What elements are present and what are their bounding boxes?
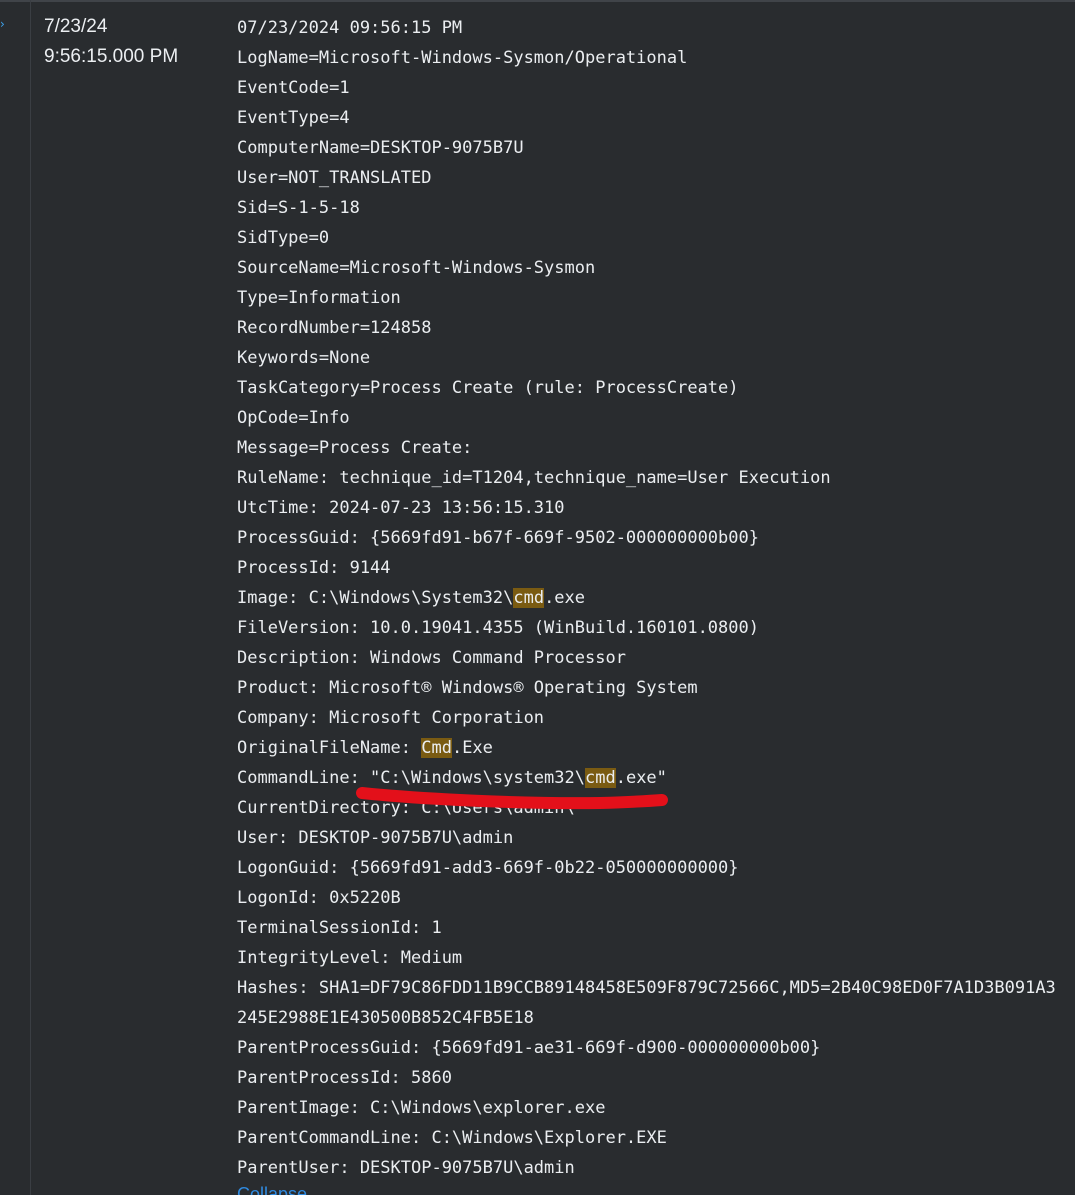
gutter-divider bbox=[30, 0, 31, 1195]
collapse-link[interactable]: Collapse bbox=[237, 1183, 307, 1195]
event-line: LogName=Microsoft-Windows-Sysmon/Operati… bbox=[237, 48, 688, 68]
event-line-text: .exe" bbox=[615, 768, 667, 788]
event-line: CurrentDirectory: C:\Users\admin\ bbox=[237, 798, 575, 818]
row-divider bbox=[0, 0, 1075, 2]
event-line: ParentUser: DESKTOP-9075B7U\admin bbox=[237, 1158, 575, 1178]
event-line: ProcessId: 9144 bbox=[237, 558, 391, 578]
event-line: TaskCategory=Process Create (rule: Proce… bbox=[237, 378, 739, 398]
event-line-text: OriginalFileName: bbox=[237, 738, 422, 758]
event-line: FileVersion: 10.0.19041.4355 (WinBuild.1… bbox=[237, 618, 759, 638]
event-line-text: CommandLine: "C:\Windows\system32\ bbox=[237, 768, 585, 788]
event-line: 07/23/2024 09:56:15 PM bbox=[237, 18, 463, 38]
event-line: ProcessGuid: {5669fd91-b67f-669f-9502-00… bbox=[237, 528, 759, 548]
event-line: User: DESKTOP-9075B7U\admin bbox=[237, 828, 514, 848]
event-line: Company: Microsoft Corporation bbox=[237, 708, 545, 728]
event-viewer: › 7/23/24 9:56:15.000 PM 07/23/2024 09:5… bbox=[0, 0, 1075, 1195]
event-line: IntegrityLevel: Medium bbox=[237, 948, 463, 968]
event-line: User=NOT_TRANSLATED bbox=[237, 168, 432, 188]
event-line: OriginalFileName: Cmd.Exe bbox=[237, 733, 1056, 763]
search-highlight[interactable]: cmd bbox=[585, 768, 616, 788]
event-line: 245E2988E1E430500B852C4FB5E18 bbox=[237, 1008, 534, 1028]
event-line: Keywords=None bbox=[237, 348, 371, 368]
event-line: SourceName=Microsoft-Windows-Sysmon bbox=[237, 258, 596, 278]
event-line: Type=Information bbox=[237, 288, 401, 308]
event-time: 9:56:15.000 PM bbox=[44, 46, 179, 67]
event-line: UtcTime: 2024-07-23 13:56:15.310 bbox=[237, 498, 565, 518]
event-line: ParentCommandLine: C:\Windows\Explorer.E… bbox=[237, 1128, 667, 1148]
search-highlight[interactable]: cmd bbox=[513, 588, 545, 608]
event-line-text: Image: C:\Windows\System32\ bbox=[237, 588, 514, 608]
event-line: TerminalSessionId: 1 bbox=[237, 918, 442, 938]
event-line: EventType=4 bbox=[237, 108, 350, 128]
event-line: Sid=S-1-5-18 bbox=[237, 198, 360, 218]
event-line: Image: C:\Windows\System32\cmd.exe bbox=[237, 583, 1056, 613]
event-line: Product: Microsoft® Windows® Operating S… bbox=[237, 678, 698, 698]
event-line: CommandLine: "C:\Windows\system32\cmd.ex… bbox=[237, 763, 1056, 793]
event-line: ParentImage: C:\Windows\explorer.exe bbox=[237, 1098, 606, 1118]
event-line: RecordNumber=124858 bbox=[237, 318, 432, 338]
event-line-text: .Exe bbox=[451, 738, 493, 758]
event-line: EventCode=1 bbox=[237, 78, 350, 98]
event-line: ParentProcessId: 5860 bbox=[237, 1068, 452, 1088]
event-line: Message=Process Create: bbox=[237, 438, 473, 458]
event-line-text: .exe bbox=[544, 588, 586, 608]
event-line: LogonId: 0x5220B bbox=[237, 888, 401, 908]
event-line: OpCode=Info bbox=[237, 408, 350, 428]
event-line: LogonGuid: {5669fd91-add3-669f-0b22-0500… bbox=[237, 858, 739, 878]
chevron-right-icon[interactable]: › bbox=[0, 17, 8, 31]
event-line: ParentProcessGuid: {5669fd91-ae31-669f-d… bbox=[237, 1038, 821, 1058]
event-line: RuleName: technique_id=T1204,technique_n… bbox=[237, 468, 831, 488]
event-line: SidType=0 bbox=[237, 228, 330, 248]
event-line: Description: Windows Command Processor bbox=[237, 648, 626, 668]
event-line: Hashes: SHA1=DF79C86FDD11B9CCB89148458E5… bbox=[237, 978, 1056, 998]
event-raw-text: 07/23/2024 09:56:15 PM LogName=Microsoft-… bbox=[237, 13, 1056, 1183]
search-highlight[interactable]: Cmd bbox=[421, 738, 452, 758]
event-date: 7/23/24 bbox=[44, 16, 108, 37]
event-line: ComputerName=DESKTOP-9075B7U bbox=[237, 138, 524, 158]
